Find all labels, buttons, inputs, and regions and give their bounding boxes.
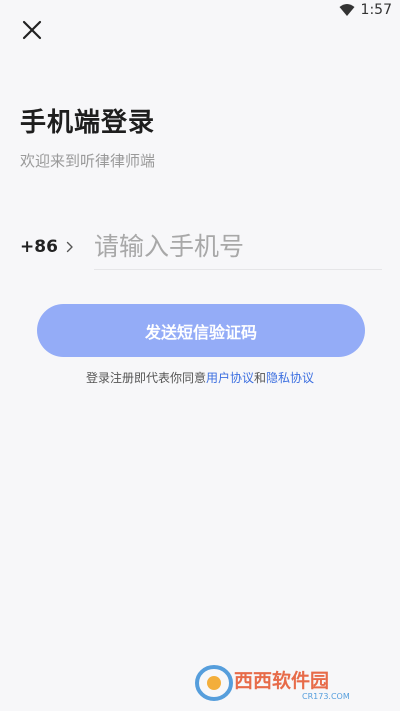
wifi-icon — [339, 4, 355, 16]
page-subtitle: 欢迎来到听律律师端 — [20, 152, 156, 170]
close-button[interactable] — [14, 12, 50, 48]
phone-input[interactable] — [94, 224, 382, 270]
country-code-selector[interactable]: +86 — [20, 224, 86, 270]
watermark-url: CR173.COM — [302, 692, 350, 701]
send-code-button[interactable]: 发送短信验证码 — [37, 304, 365, 357]
agreement-text: 登录注册即代表你同意用户协议和隐私协议 — [0, 369, 400, 386]
watermark: 西西软件园 CR173.COM — [194, 663, 384, 703]
watermark-logo: 西西软件园 CR173.COM — [195, 665, 350, 701]
status-bar: 1:57 — [0, 0, 400, 24]
phone-row: +86 — [20, 224, 382, 270]
agreement-prefix: 登录注册即代表你同意 — [85, 371, 206, 385]
chevron-right-icon — [66, 241, 73, 253]
watermark-text: 西西软件园 — [234, 669, 329, 692]
page-title: 手机端登录 — [20, 108, 156, 138]
privacy-agreement-link[interactable]: 隐私协议 — [266, 371, 314, 385]
country-code-text: +86 — [20, 237, 58, 257]
close-icon — [22, 20, 42, 40]
agreement-conjunction: 和 — [254, 371, 267, 385]
user-agreement-link[interactable]: 用户协议 — [206, 371, 254, 385]
status-time: 1:57 — [360, 2, 392, 18]
status-indicators: 1:57 — [339, 2, 392, 18]
